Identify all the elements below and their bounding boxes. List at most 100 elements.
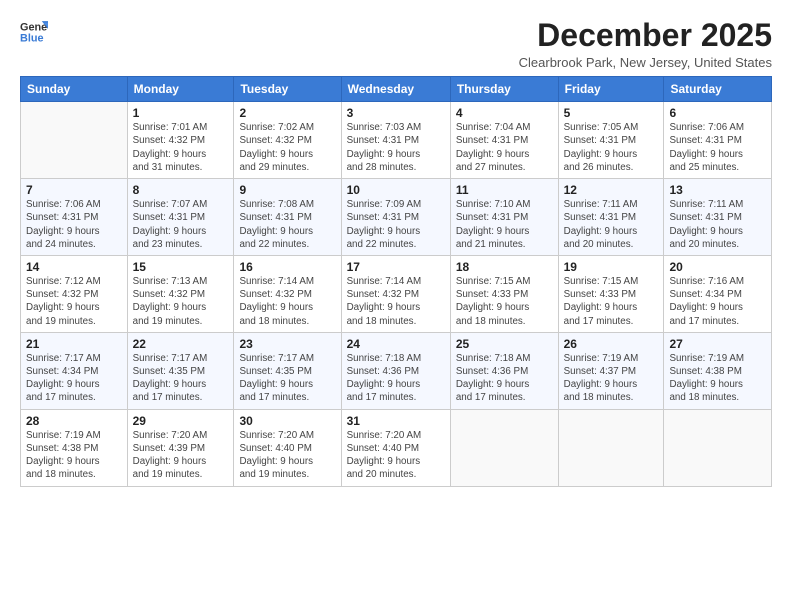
day-info: Sunrise: 7:17 AMSunset: 4:35 PMDaylight:… [239,352,335,405]
header: General Blue December 2025 Clearbrook Pa… [20,18,772,70]
calendar-cell: 9Sunrise: 7:08 AMSunset: 4:31 PMDaylight… [234,179,341,256]
day-info: Sunrise: 7:17 AMSunset: 4:34 PMDaylight:… [26,352,122,405]
calendar-cell [450,409,558,486]
calendar-cell: 28Sunrise: 7:19 AMSunset: 4:38 PMDayligh… [21,409,128,486]
day-number: 2 [239,106,335,120]
calendar-cell: 14Sunrise: 7:12 AMSunset: 4:32 PMDayligh… [21,255,128,332]
day-info: Sunrise: 7:13 AMSunset: 4:32 PMDaylight:… [133,275,229,328]
day-info: Sunrise: 7:16 AMSunset: 4:34 PMDaylight:… [669,275,766,328]
day-info: Sunrise: 7:02 AMSunset: 4:32 PMDaylight:… [239,121,335,174]
day-number: 5 [564,106,659,120]
header-row: Sunday Monday Tuesday Wednesday Thursday… [21,77,772,102]
day-info: Sunrise: 7:19 AMSunset: 4:38 PMDaylight:… [26,429,122,482]
day-info: Sunrise: 7:07 AMSunset: 4:31 PMDaylight:… [133,198,229,251]
day-info: Sunrise: 7:17 AMSunset: 4:35 PMDaylight:… [133,352,229,405]
day-info: Sunrise: 7:20 AMSunset: 4:39 PMDaylight:… [133,429,229,482]
calendar-cell [558,409,664,486]
day-number: 9 [239,183,335,197]
calendar-week-5: 28Sunrise: 7:19 AMSunset: 4:38 PMDayligh… [21,409,772,486]
day-info: Sunrise: 7:20 AMSunset: 4:40 PMDaylight:… [347,429,445,482]
day-info: Sunrise: 7:10 AMSunset: 4:31 PMDaylight:… [456,198,553,251]
calendar-cell: 12Sunrise: 7:11 AMSunset: 4:31 PMDayligh… [558,179,664,256]
day-number: 30 [239,414,335,428]
calendar-cell [664,409,772,486]
col-thursday: Thursday [450,77,558,102]
calendar-cell: 8Sunrise: 7:07 AMSunset: 4:31 PMDaylight… [127,179,234,256]
svg-text:Blue: Blue [20,32,44,44]
logo-icon: General Blue [20,18,48,46]
day-number: 8 [133,183,229,197]
calendar-cell: 10Sunrise: 7:09 AMSunset: 4:31 PMDayligh… [341,179,450,256]
day-number: 6 [669,106,766,120]
col-tuesday: Tuesday [234,77,341,102]
day-number: 24 [347,337,445,351]
day-info: Sunrise: 7:20 AMSunset: 4:40 PMDaylight:… [239,429,335,482]
title-block: December 2025 Clearbrook Park, New Jerse… [519,18,772,70]
day-info: Sunrise: 7:14 AMSunset: 4:32 PMDaylight:… [347,275,445,328]
location: Clearbrook Park, New Jersey, United Stat… [519,55,772,70]
calendar-cell: 1Sunrise: 7:01 AMSunset: 4:32 PMDaylight… [127,102,234,179]
calendar-cell: 17Sunrise: 7:14 AMSunset: 4:32 PMDayligh… [341,255,450,332]
calendar-cell: 18Sunrise: 7:15 AMSunset: 4:33 PMDayligh… [450,255,558,332]
calendar-cell: 5Sunrise: 7:05 AMSunset: 4:31 PMDaylight… [558,102,664,179]
page: General Blue December 2025 Clearbrook Pa… [0,0,792,612]
calendar-table: Sunday Monday Tuesday Wednesday Thursday… [20,76,772,486]
day-info: Sunrise: 7:15 AMSunset: 4:33 PMDaylight:… [564,275,659,328]
calendar-cell: 22Sunrise: 7:17 AMSunset: 4:35 PMDayligh… [127,332,234,409]
day-number: 23 [239,337,335,351]
day-number: 26 [564,337,659,351]
day-number: 29 [133,414,229,428]
day-number: 31 [347,414,445,428]
calendar-cell [21,102,128,179]
day-info: Sunrise: 7:19 AMSunset: 4:38 PMDaylight:… [669,352,766,405]
day-number: 17 [347,260,445,274]
day-number: 22 [133,337,229,351]
day-number: 21 [26,337,122,351]
day-info: Sunrise: 7:11 AMSunset: 4:31 PMDaylight:… [669,198,766,251]
col-friday: Friday [558,77,664,102]
calendar-cell: 30Sunrise: 7:20 AMSunset: 4:40 PMDayligh… [234,409,341,486]
calendar-cell: 13Sunrise: 7:11 AMSunset: 4:31 PMDayligh… [664,179,772,256]
calendar-cell: 31Sunrise: 7:20 AMSunset: 4:40 PMDayligh… [341,409,450,486]
day-info: Sunrise: 7:09 AMSunset: 4:31 PMDaylight:… [347,198,445,251]
day-info: Sunrise: 7:18 AMSunset: 4:36 PMDaylight:… [347,352,445,405]
day-info: Sunrise: 7:08 AMSunset: 4:31 PMDaylight:… [239,198,335,251]
day-info: Sunrise: 7:14 AMSunset: 4:32 PMDaylight:… [239,275,335,328]
calendar-cell: 26Sunrise: 7:19 AMSunset: 4:37 PMDayligh… [558,332,664,409]
day-number: 11 [456,183,553,197]
day-number: 7 [26,183,122,197]
col-sunday: Sunday [21,77,128,102]
day-number: 25 [456,337,553,351]
day-number: 1 [133,106,229,120]
day-info: Sunrise: 7:01 AMSunset: 4:32 PMDaylight:… [133,121,229,174]
calendar-cell: 11Sunrise: 7:10 AMSunset: 4:31 PMDayligh… [450,179,558,256]
calendar-week-1: 1Sunrise: 7:01 AMSunset: 4:32 PMDaylight… [21,102,772,179]
calendar-week-3: 14Sunrise: 7:12 AMSunset: 4:32 PMDayligh… [21,255,772,332]
day-info: Sunrise: 7:12 AMSunset: 4:32 PMDaylight:… [26,275,122,328]
calendar-cell: 4Sunrise: 7:04 AMSunset: 4:31 PMDaylight… [450,102,558,179]
day-info: Sunrise: 7:06 AMSunset: 4:31 PMDaylight:… [669,121,766,174]
day-info: Sunrise: 7:06 AMSunset: 4:31 PMDaylight:… [26,198,122,251]
day-number: 19 [564,260,659,274]
calendar-cell: 24Sunrise: 7:18 AMSunset: 4:36 PMDayligh… [341,332,450,409]
day-number: 4 [456,106,553,120]
calendar-cell: 15Sunrise: 7:13 AMSunset: 4:32 PMDayligh… [127,255,234,332]
day-number: 16 [239,260,335,274]
day-number: 14 [26,260,122,274]
col-monday: Monday [127,77,234,102]
logo: General Blue [20,18,48,46]
calendar-week-2: 7Sunrise: 7:06 AMSunset: 4:31 PMDaylight… [21,179,772,256]
calendar-cell: 25Sunrise: 7:18 AMSunset: 4:36 PMDayligh… [450,332,558,409]
day-number: 27 [669,337,766,351]
col-wednesday: Wednesday [341,77,450,102]
calendar-cell: 21Sunrise: 7:17 AMSunset: 4:34 PMDayligh… [21,332,128,409]
day-info: Sunrise: 7:03 AMSunset: 4:31 PMDaylight:… [347,121,445,174]
day-info: Sunrise: 7:18 AMSunset: 4:36 PMDaylight:… [456,352,553,405]
day-number: 12 [564,183,659,197]
day-info: Sunrise: 7:11 AMSunset: 4:31 PMDaylight:… [564,198,659,251]
calendar-cell: 7Sunrise: 7:06 AMSunset: 4:31 PMDaylight… [21,179,128,256]
day-number: 28 [26,414,122,428]
calendar-cell: 2Sunrise: 7:02 AMSunset: 4:32 PMDaylight… [234,102,341,179]
calendar-cell: 3Sunrise: 7:03 AMSunset: 4:31 PMDaylight… [341,102,450,179]
day-number: 20 [669,260,766,274]
